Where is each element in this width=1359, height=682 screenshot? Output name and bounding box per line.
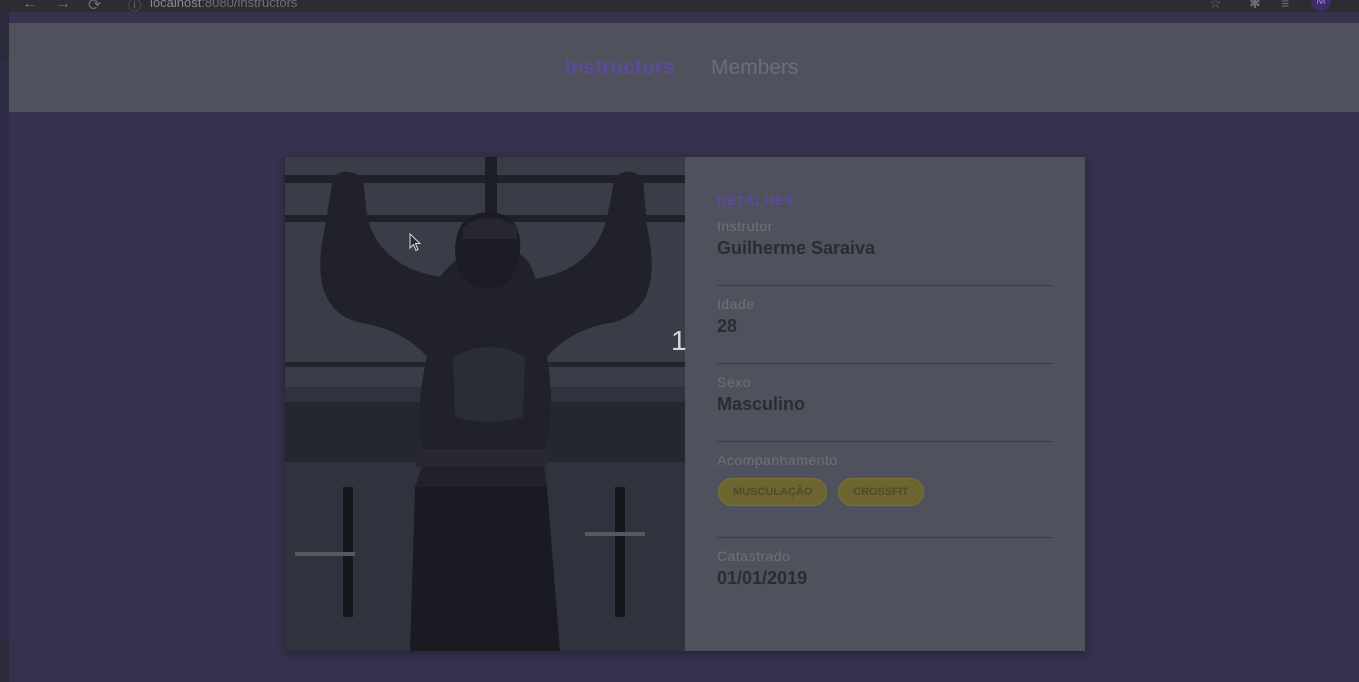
browser-toolbar: ← → ⟳ ⓘ localhost:8080/instructors ☆ ✱ ≡… [0, 0, 1359, 12]
top-nav: Instructors Members [9, 23, 1359, 112]
instructor-label: Instrutor [717, 218, 773, 234]
extensions-icon[interactable]: ✱ [1249, 0, 1261, 12]
services-label: Acompanhamento [717, 452, 838, 468]
address-bar[interactable]: localhost:8080/instructors [150, 0, 297, 10]
instructor-name: Guilherme Saraiva [717, 238, 876, 258]
slide-number: 1 [671, 325, 687, 356]
details-panel: DETALHES Instrutor Guilherme Saraiva Ida… [717, 193, 1053, 615]
details-heading: DETALHES [717, 193, 795, 208]
left-edge-strip [0, 12, 9, 682]
age-label: Idade [717, 296, 755, 312]
created-field: Catastrado 01/01/2019 [717, 538, 1053, 615]
created-label: Catastrado [717, 548, 791, 564]
reload-icon[interactable]: ⟳ [88, 0, 101, 12]
info-icon[interactable]: ⓘ [128, 0, 141, 12]
forward-icon[interactable]: → [55, 0, 71, 12]
url-path: :8080/instructors [201, 0, 298, 10]
media-icon[interactable]: ≡ [1281, 0, 1289, 11]
sex-label: Sexo [717, 374, 751, 390]
age-value: 28 [717, 316, 738, 336]
mouse-cursor-icon [409, 233, 422, 252]
instructor-field: Instrutor Guilherme Saraiva [717, 208, 1053, 286]
services-field: Acompanhamento MUSCULAÇÃO CROSSFIT [717, 442, 1053, 538]
service-tag: MUSCULAÇÃO [718, 478, 828, 506]
sex-value: Masculino [717, 394, 806, 414]
service-tag: CROSSFIT [838, 478, 924, 506]
nav-link-instructors[interactable]: Instructors [565, 56, 675, 80]
age-field: Idade 28 [717, 286, 1053, 364]
url-host: localhost [150, 0, 202, 10]
instructor-photo [285, 157, 685, 651]
instructor-card: DETALHES Instrutor Guilherme Saraiva Ida… [285, 157, 1085, 651]
left-edge-accent [0, 60, 9, 640]
profile-avatar[interactable]: M [1311, 0, 1331, 11]
back-icon[interactable]: ← [22, 0, 38, 12]
created-value: 01/01/2019 [717, 568, 808, 588]
star-icon[interactable]: ☆ [1209, 0, 1222, 12]
nav-link-members[interactable]: Members [711, 56, 799, 80]
sex-field: Sexo Masculino [717, 364, 1053, 442]
instructor-photo-image [285, 157, 685, 651]
